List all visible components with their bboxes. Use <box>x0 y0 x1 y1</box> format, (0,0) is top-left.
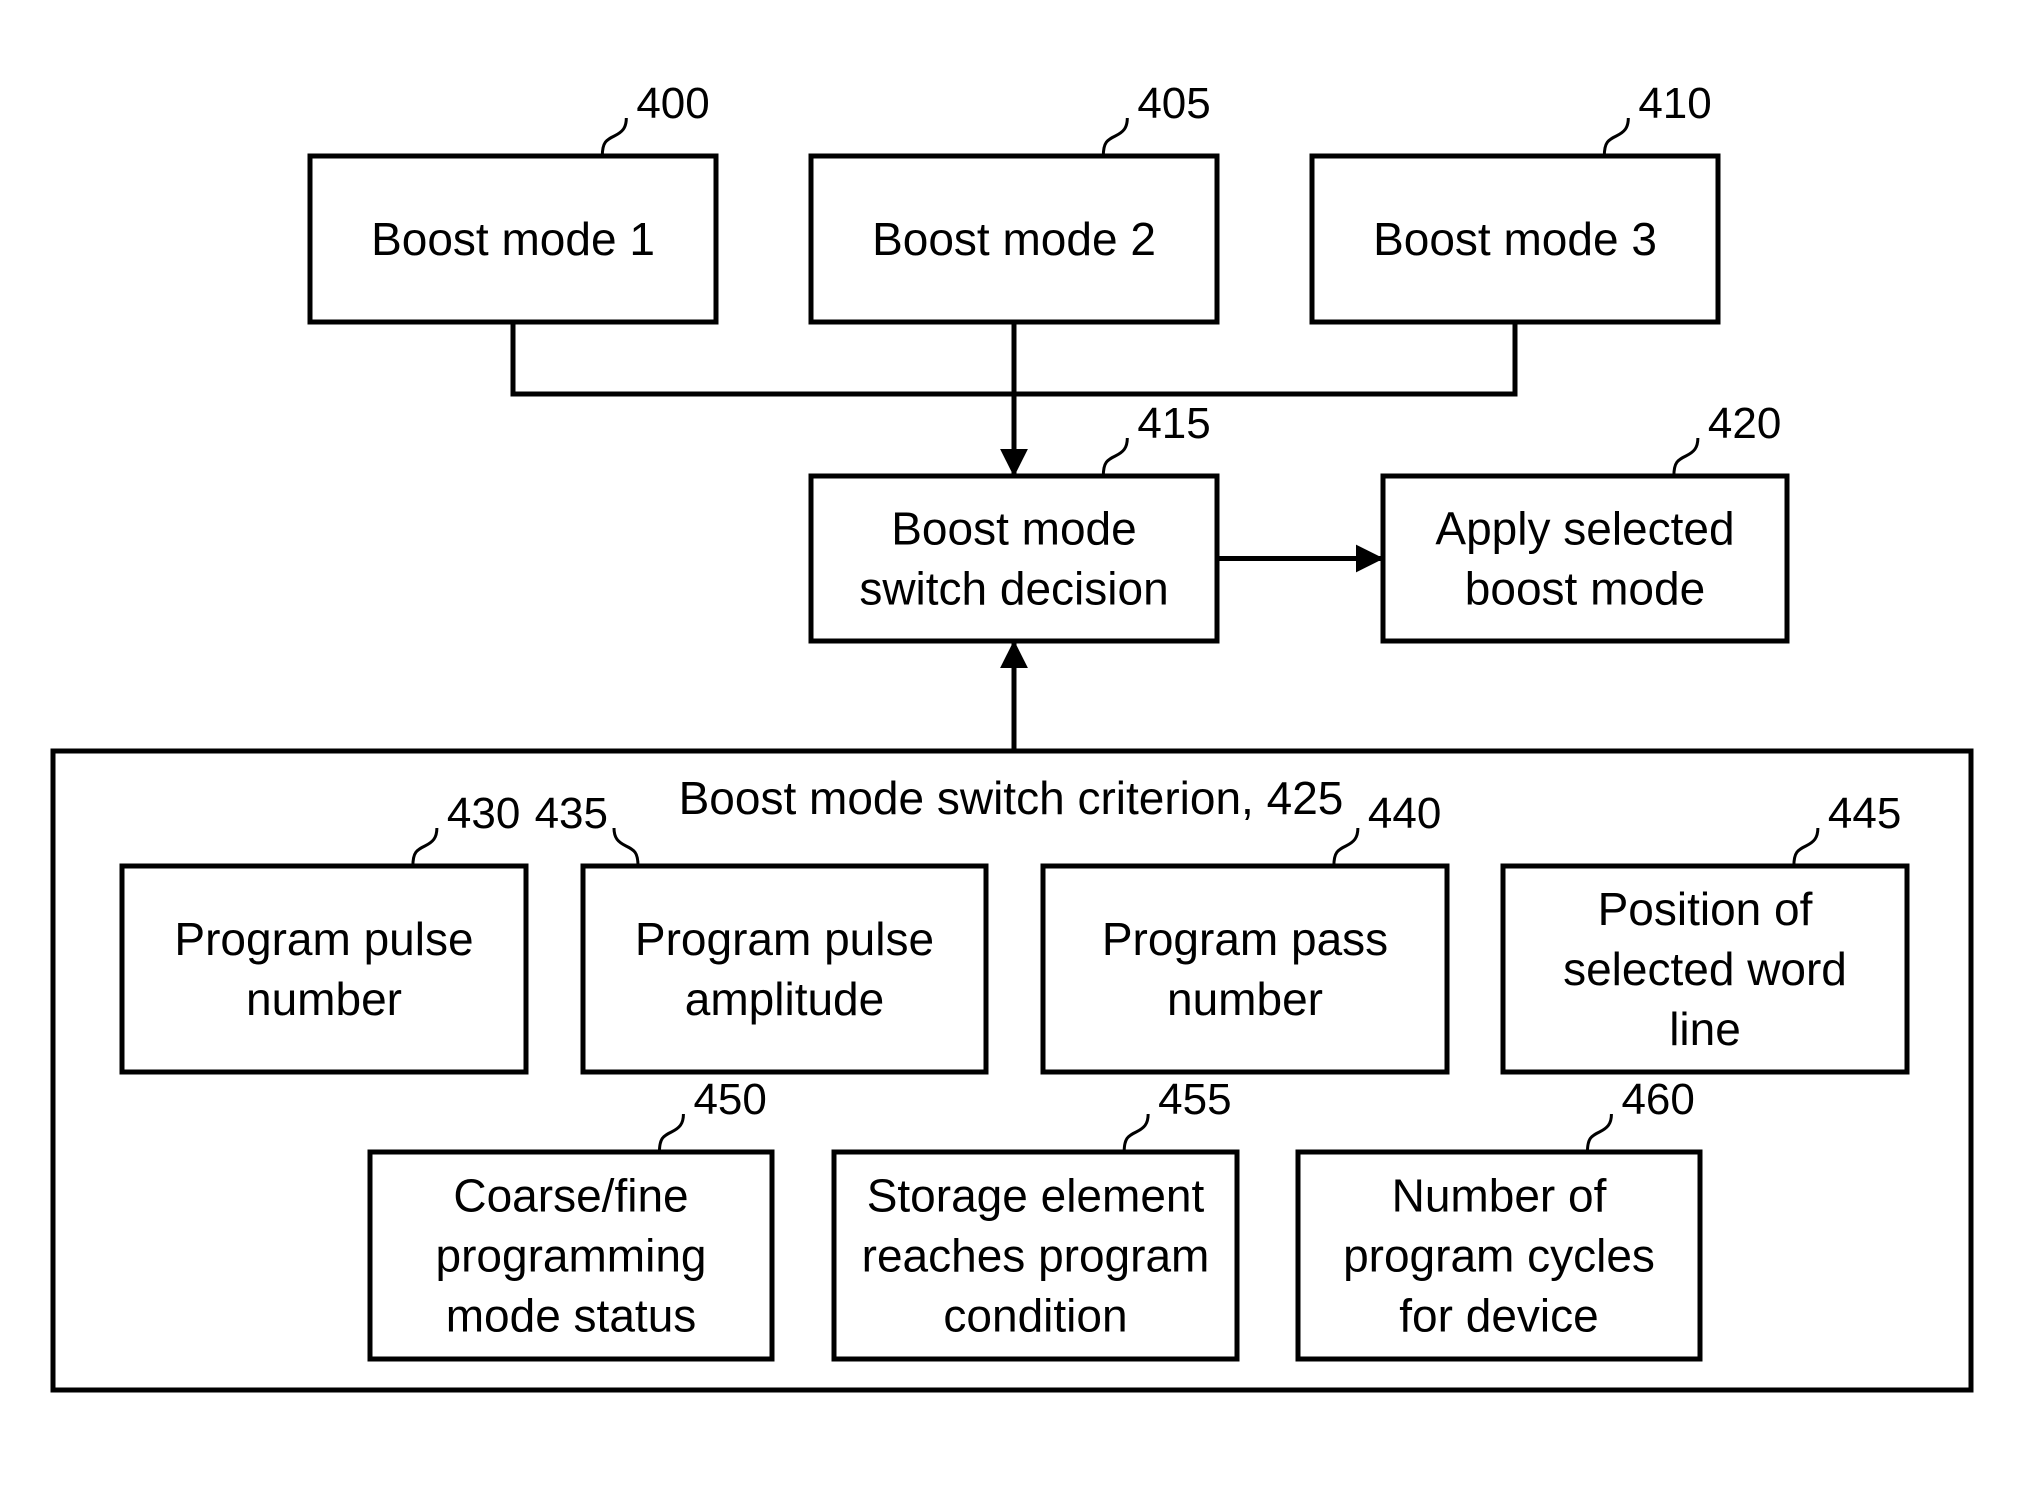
node-label-line: Storage element <box>867 1170 1205 1222</box>
reference-number: 440 <box>1368 789 1441 838</box>
node-label-line: for device <box>1399 1290 1598 1342</box>
node-400: Boost mode 1 400 <box>307 79 719 325</box>
node-label-line: reaches program <box>862 1230 1210 1282</box>
node-label-line: Boost mode <box>891 503 1136 555</box>
reference-leader <box>1101 437 1129 477</box>
reference-number: 410 <box>1638 79 1711 128</box>
criterion-container-label: Boost mode switch criterion, 425 <box>679 772 1344 824</box>
node-label-line: Coarse/fine <box>453 1170 688 1222</box>
node-405: Boost mode 2 405 <box>808 79 1220 325</box>
reference-leader <box>600 117 628 157</box>
node-label-line: amplitude <box>685 973 884 1025</box>
reference-number: 420 <box>1708 399 1781 448</box>
node-label-line: Apply selected <box>1435 503 1734 555</box>
node-box <box>580 863 989 1075</box>
node-label-line: number <box>1167 973 1323 1025</box>
node-label-line: switch decision <box>859 563 1168 615</box>
reference-leader <box>1602 117 1630 157</box>
node-410: Boost mode 3 410 <box>1309 79 1721 325</box>
reference-number: 435 <box>535 789 608 838</box>
node-label-line: selected word <box>1563 943 1847 995</box>
node-label-line: Boost mode 2 <box>872 213 1156 265</box>
node-label-line: Position of <box>1598 883 1813 935</box>
reference-leader <box>1672 437 1700 477</box>
node-box <box>1040 863 1450 1075</box>
reference-number: 430 <box>447 789 520 838</box>
node-label-line: line <box>1669 1003 1741 1055</box>
reference-number: 450 <box>693 1075 766 1124</box>
node-box <box>119 863 529 1075</box>
reference-number: 455 <box>1158 1075 1231 1124</box>
node-label-line: program cycles <box>1343 1230 1655 1282</box>
reference-number: 405 <box>1137 79 1210 128</box>
node-label-line: number <box>246 973 402 1025</box>
node-label-line: Program pulse <box>174 913 473 965</box>
node-label-line: mode status <box>446 1290 697 1342</box>
node-label-line: Program pass <box>1102 913 1388 965</box>
node-label-line: Program pulse <box>635 913 934 965</box>
boost-mode-diagram: Boost mode switch criterion, 425 Boost m… <box>50 79 1974 1393</box>
node-label-line: condition <box>943 1290 1127 1342</box>
node-box <box>1380 473 1790 644</box>
node-label-line: programming <box>436 1230 707 1282</box>
reference-number: 445 <box>1828 789 1901 838</box>
node-label-line: boost mode <box>1465 563 1705 615</box>
reference-leader <box>1101 117 1129 157</box>
node-label-line: Boost mode 1 <box>371 213 655 265</box>
node-420: Apply selected boost mode 420 <box>1380 399 1790 644</box>
node-box <box>808 473 1220 644</box>
node-label-line: Number of <box>1392 1170 1607 1222</box>
reference-number: 400 <box>636 79 709 128</box>
node-label-line: Boost mode 3 <box>1373 213 1657 265</box>
reference-number: 460 <box>1621 1075 1694 1124</box>
reference-number: 415 <box>1137 399 1210 448</box>
